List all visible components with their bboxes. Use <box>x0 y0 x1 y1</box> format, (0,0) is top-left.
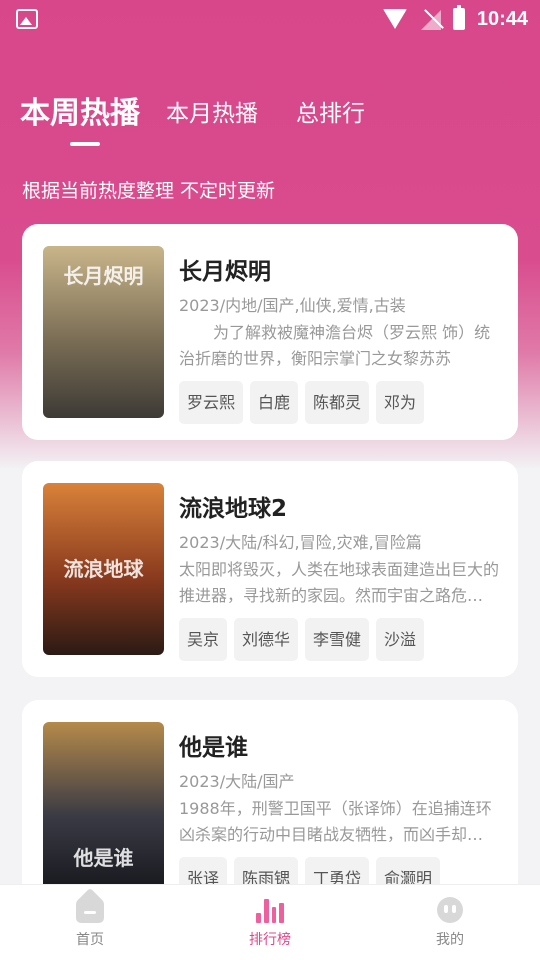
movie-meta: 2023/大陆/国产 <box>179 772 295 791</box>
movie-title[interactable]: 他是谁 <box>179 728 248 762</box>
movie-description: 为了解救被魔神澹台烬（罗云熙 饰）统治折磨的世界，衡阳宗掌门之女黎苏苏 <box>179 323 491 368</box>
movie-meta: 2023/内地/国产,仙侠,爱情,古装 <box>179 296 406 315</box>
poster-title: 他是谁 <box>73 846 134 870</box>
cast-tags: 吴京 刘德华 李雪健 沙溢 <box>179 618 425 661</box>
signal-icon <box>419 8 441 30</box>
tab-weekly-hot[interactable]: 本周热播 <box>20 88 140 132</box>
poster-title: 流浪地球 <box>63 557 144 581</box>
ranking-subtitle: 根据当前热度整理 不定时更新 <box>22 180 276 202</box>
image-icon <box>16 9 38 29</box>
nav-ranking[interactable]: 排行榜 <box>210 897 330 949</box>
smiley-face-icon <box>437 896 463 923</box>
movie-description: 1988年，刑警卫国平（张译饰）在追捕连环凶杀案的行动中目睹战友牺牲，而凶手却逃… <box>179 799 499 844</box>
cast-tag[interactable]: 白鹿 <box>250 381 299 424</box>
nav-label: 排行榜 <box>249 931 291 948</box>
status-bar: 10:44 <box>0 0 540 38</box>
movie-card[interactable]: 流浪地球 流浪地球2 2023/大陆/科幻,冒险,灾难,冒险篇 太阳即将毁灭，人… <box>22 461 518 677</box>
movie-poster[interactable]: 长月烬明 <box>43 246 164 418</box>
cast-tag[interactable]: 邓为 <box>376 381 425 424</box>
bottom-navigation: 首页 排行榜 我的 <box>0 884 540 960</box>
active-tab-indicator <box>70 142 100 146</box>
cast-tag[interactable]: 李雪健 <box>305 618 370 661</box>
movie-title[interactable]: 流浪地球2 <box>179 489 287 523</box>
movie-poster[interactable]: 流浪地球 <box>43 483 164 655</box>
cast-tag[interactable]: 陈都灵 <box>305 381 370 424</box>
movie-description: 太阳即将毁灭，人类在地球表面建造出巨大的推进器，寻找新的家园。然而宇宙之路危机四… <box>179 560 499 605</box>
movie-meta: 2023/大陆/科幻,冒险,灾难,冒险篇 <box>179 533 422 552</box>
cast-tag[interactable]: 刘德华 <box>234 618 299 661</box>
ranking-tabs: 本周热播 本月热播 总排行 <box>20 88 365 132</box>
cast-tag[interactable]: 吴京 <box>179 618 228 661</box>
nav-label: 首页 <box>76 931 104 948</box>
status-time: 10:44 <box>476 7 528 30</box>
cast-tag[interactable]: 沙溢 <box>376 618 425 661</box>
nav-profile[interactable]: 我的 <box>390 896 510 949</box>
movie-card[interactable]: 长月烬明 长月烬明 2023/内地/国产,仙侠,爱情,古装 为了解救被魔神澹台烬… <box>22 224 518 440</box>
movie-title[interactable]: 长月烬明 <box>179 252 271 286</box>
tab-monthly-hot[interactable]: 本月热播 <box>166 94 258 128</box>
home-icon <box>76 898 104 923</box>
wifi-icon <box>382 9 407 29</box>
movie-poster[interactable]: 他是谁 <box>43 722 164 894</box>
nav-label: 我的 <box>436 931 464 948</box>
cast-tag[interactable]: 罗云熙 <box>179 381 244 424</box>
cast-tags: 罗云熙 白鹿 陈都灵 邓为 <box>179 381 425 424</box>
poster-title: 长月烬明 <box>63 264 144 288</box>
tab-overall-ranking[interactable]: 总排行 <box>296 94 365 128</box>
nav-home[interactable]: 首页 <box>30 897 150 949</box>
chart-bars-icon <box>256 897 284 923</box>
battery-icon <box>452 5 465 30</box>
